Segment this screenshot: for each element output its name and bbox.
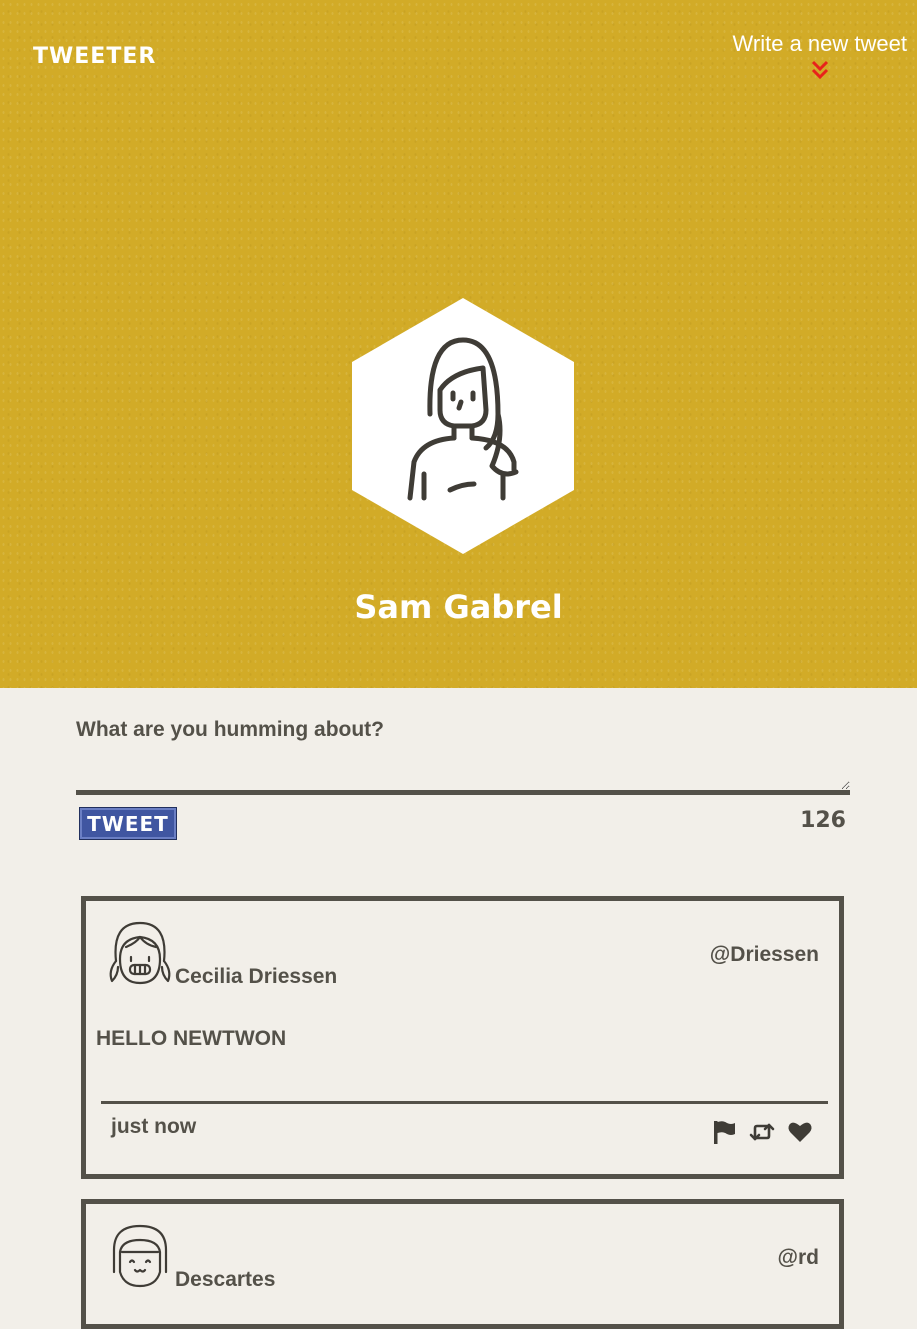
tweet-author-name[interactable]: Cecilia Driessen [175, 965, 337, 989]
character-counter: 126 [800, 808, 846, 833]
girl-avatar-icon [109, 921, 171, 985]
tweet-author-handle[interactable]: @Driessen [710, 943, 819, 967]
profile-header: TWEETER Write a new tweet Sam Gabrel [0, 0, 917, 688]
tweet-textarea[interactable] [76, 750, 850, 795]
tweet-author-handle[interactable]: @rd [778, 1246, 819, 1270]
retweet-icon[interactable] [749, 1119, 775, 1145]
tweet-author-name[interactable]: Descartes [175, 1268, 275, 1292]
heart-icon[interactable] [787, 1119, 813, 1145]
tweet-card: Cecilia Driessen @Driessen HELLO NEWTWON… [81, 896, 844, 1179]
girl-avatar-icon [112, 1224, 168, 1288]
tweet-divider [101, 1101, 828, 1104]
profile-name: Sam Gabrel [354, 588, 563, 626]
double-chevron-down-icon[interactable] [809, 59, 831, 81]
tweet-card: Descartes @rd [81, 1199, 844, 1329]
tweet-content: HELLO NEWTWON [96, 1027, 287, 1050]
composer-label: What are you humming about? [76, 718, 384, 741]
brand-logo[interactable]: TWEETER [33, 44, 156, 69]
tweet-actions [711, 1119, 813, 1145]
tweet-timestamp: just now [111, 1115, 197, 1138]
write-new-tweet-link[interactable]: Write a new tweet [733, 31, 907, 81]
profile-avatar [352, 298, 574, 554]
write-new-tweet-label[interactable]: Write a new tweet [733, 31, 907, 56]
flag-icon[interactable] [711, 1119, 737, 1145]
tweet-submit-button[interactable]: TWEET [79, 807, 177, 840]
